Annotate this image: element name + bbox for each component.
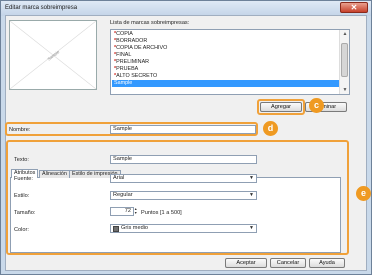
list-item[interactable]: *FINAL xyxy=(114,52,131,59)
cancel-button[interactable]: Cancelar xyxy=(270,258,306,268)
size-label: Tamaño: xyxy=(14,210,36,216)
color-swatch-icon xyxy=(113,226,119,232)
text-input[interactable]: Sample xyxy=(110,155,257,164)
style-select[interactable]: Regular ▼ xyxy=(110,191,257,200)
chevron-down-icon: ▼ xyxy=(249,175,254,181)
callout-badge-e: e xyxy=(356,186,371,201)
style-label: Estilo: xyxy=(14,193,30,199)
watermark-preview: Sample xyxy=(9,20,97,90)
window-title: Editar marca sobreimpresa xyxy=(5,5,78,11)
size-input[interactable]: 72 xyxy=(110,207,134,216)
list-item[interactable]: *PRUEBA xyxy=(114,66,138,73)
name-label: Nombre: xyxy=(9,127,31,133)
list-item[interactable]: *COPIA DE ARCHIVO xyxy=(114,45,167,52)
add-button[interactable]: Agregar xyxy=(260,102,302,112)
watermark-list-label: Lista de marcas sobreimpresas: xyxy=(110,20,190,26)
preview-canvas: Sample xyxy=(10,21,96,89)
title-bar: Editar marca sobreimpresa ✕ xyxy=(1,1,371,16)
scroll-down-arrow-icon[interactable]: ▼ xyxy=(340,86,350,94)
size-hint: Puntos [1 a 500] xyxy=(141,210,182,216)
text-label: Texto: xyxy=(14,157,29,163)
color-select[interactable]: Gris medio ▼ xyxy=(110,224,257,233)
font-label: Fuente: xyxy=(14,176,33,182)
tab-alineacion[interactable]: Alineación xyxy=(39,170,70,178)
callout-badge-d: d xyxy=(263,121,278,136)
list-item[interactable]: *COPIA xyxy=(114,31,133,38)
list-scrollbar[interactable]: ▲ ▼ xyxy=(339,30,349,94)
font-select[interactable]: Arial ▼ xyxy=(110,174,257,183)
list-item[interactable]: *BORRADOR xyxy=(114,38,147,45)
list-item-selected[interactable]: Sample xyxy=(112,80,341,87)
scroll-up-arrow-icon[interactable]: ▲ xyxy=(340,30,350,38)
chevron-down-icon: ▼ xyxy=(249,225,254,231)
list-item[interactable]: *ALTO SECRETO xyxy=(114,73,157,80)
help-button[interactable]: Ayuda xyxy=(309,258,345,268)
name-input[interactable]: Sample xyxy=(110,125,256,134)
size-spin-arrows-icon[interactable]: ▲ ▼ xyxy=(134,207,138,216)
callout-badge-c: c xyxy=(309,98,324,113)
close-button[interactable]: ✕ xyxy=(340,2,368,13)
scroll-thumb[interactable] xyxy=(341,43,348,77)
color-label: Color: xyxy=(14,227,29,233)
list-item[interactable]: *PRELIMINAR xyxy=(114,59,149,66)
watermark-listbox[interactable]: *COPIA *BORRADOR *COPIA DE ARCHIVO *FINA… xyxy=(110,29,350,95)
ok-button[interactable]: Aceptar xyxy=(225,258,267,268)
chevron-down-icon: ▼ xyxy=(249,192,254,198)
